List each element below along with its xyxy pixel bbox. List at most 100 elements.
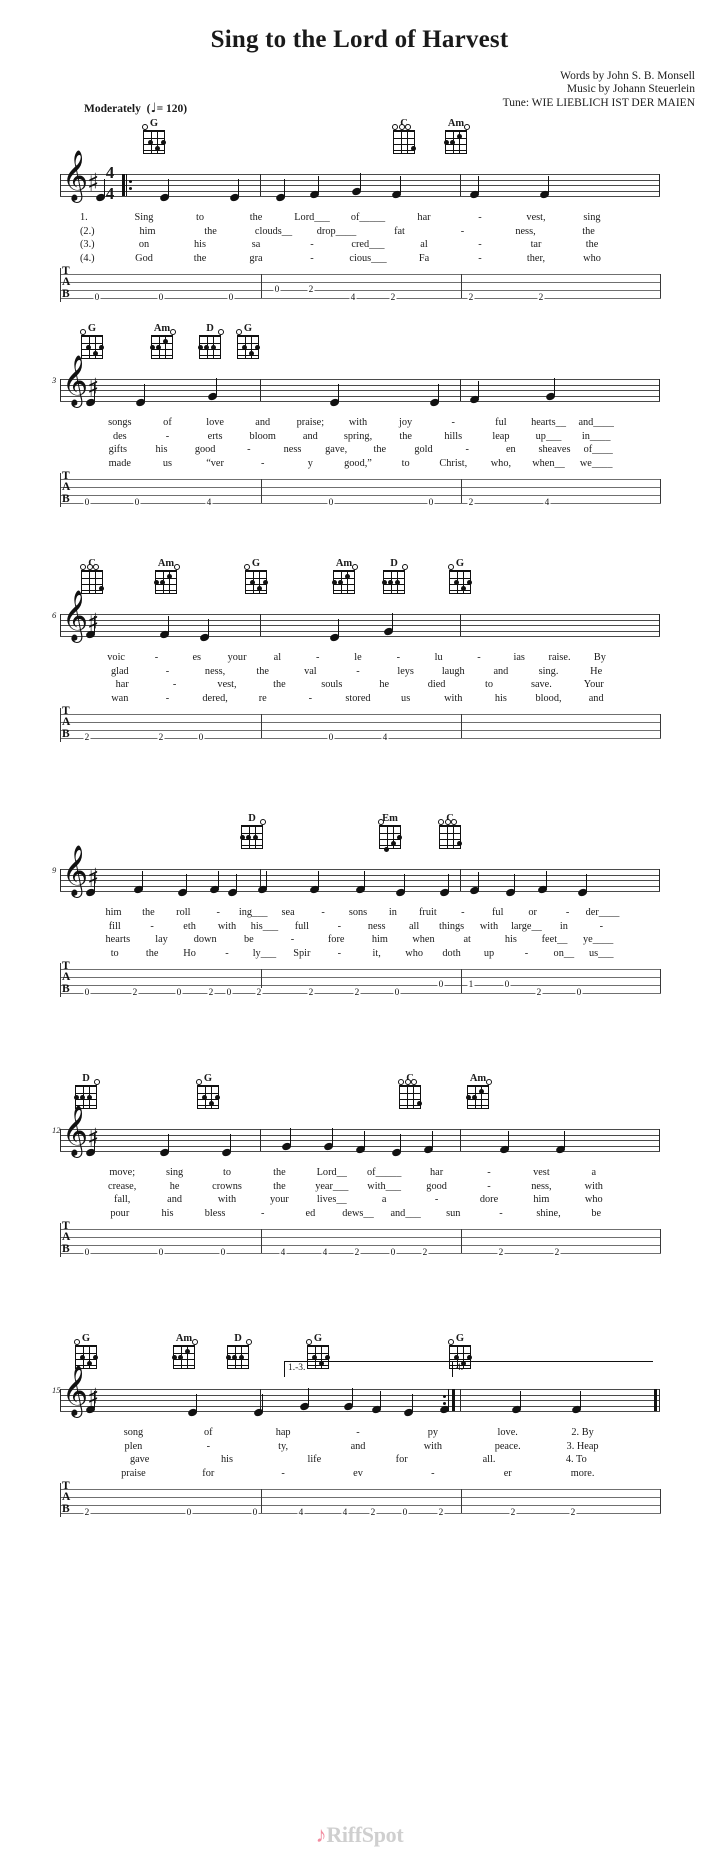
riffspot-logo: ♪RiffSpot (0, 1822, 719, 1848)
system-edge-line (659, 379, 660, 401)
note-stem (216, 377, 218, 395)
note-stem (186, 874, 188, 891)
lyric-syllable: us___ (588, 947, 614, 959)
chord-finger-dot (184, 1348, 190, 1354)
chord-finger-dot (232, 1354, 238, 1360)
lyric-syllable: all (408, 920, 420, 932)
chord-finger-dot (99, 585, 105, 591)
lyric-syllable: fat (394, 225, 405, 237)
lyric-hyphen: - (434, 1194, 439, 1206)
tab-fret-number: 4 (381, 733, 389, 743)
lyric-syllable: to (110, 947, 119, 959)
lyric-syllable: all. (482, 1454, 496, 1466)
tab-fret-number: 0 (157, 293, 165, 303)
lyric-syllable: and (167, 1194, 183, 1206)
lyric-syllable: of____ (583, 444, 613, 456)
lyric-syllable: we____ (579, 457, 613, 469)
lyric-syllable: and (255, 417, 271, 428)
tab-fret-number: 0 (575, 988, 583, 998)
note-stem (284, 179, 286, 196)
tablature-staff: TAB 0 0 4 0 0 2 4 (60, 470, 661, 508)
tab-barline (261, 274, 262, 298)
tab-fret-number: 0 (401, 1508, 409, 1518)
lyric-syllable: good,” (344, 457, 372, 469)
lyric-hyphen: - (150, 920, 154, 932)
lyric-syllable: plen (124, 1440, 143, 1452)
note-stem (196, 1394, 198, 1411)
chord-grid (239, 819, 266, 849)
lyric-syllable: love (206, 417, 224, 428)
treble-clef-icon: 𝄞 (62, 355, 89, 406)
lyric-syllable: ful (495, 417, 507, 428)
tab-fret-number: 2 (369, 1508, 377, 1518)
verse-number: (3.) (80, 239, 95, 251)
chord-diagram-g: G (445, 558, 475, 594)
lyric-syllable: us (162, 457, 173, 469)
lyric-syllable: the (145, 947, 159, 959)
logo-spot: Spot (361, 1822, 404, 1847)
lyric-syllable: in (388, 907, 397, 918)
lyric-hyphen: - (315, 652, 320, 663)
lyric-syllable: er (503, 1467, 512, 1479)
lyric-hyphen: - (487, 1167, 491, 1178)
system-edge-line (60, 1389, 61, 1411)
chord-finger-dot (161, 139, 167, 145)
lyric-syllable: year___ (315, 1180, 349, 1192)
chord-finger-dot (390, 840, 396, 846)
lyric-syllable: and____ (578, 417, 614, 428)
open-string-marker (448, 564, 454, 570)
lyric-syllable: y (307, 457, 313, 469)
tab-clef-letters: TAB (62, 960, 70, 995)
chord-diagram-c: C (389, 118, 419, 154)
chord-finger-dot (338, 579, 344, 585)
lyric-syllable: who, (490, 457, 512, 469)
chord-finger-dot (149, 344, 155, 350)
music-staff: 𝄞 ♯ 4 4 (60, 154, 660, 210)
lyrics-block: 1. Sing to the Lord___ of_____ har - vest, sing (2… (60, 212, 660, 266)
lyric-syllable: the (193, 252, 207, 264)
lyric-syllable: sons (348, 907, 368, 918)
lyric-syllable: laugh (441, 665, 465, 677)
open-string-marker (306, 1339, 312, 1345)
chord-finger-dot (411, 145, 417, 151)
note-stem (400, 175, 402, 193)
open-string-marker (259, 819, 266, 825)
chord-finger-dot (73, 1094, 79, 1100)
system-edge-line (659, 174, 660, 196)
tab-fret-number: 2 (307, 988, 315, 998)
tab-line (61, 1237, 661, 1238)
lyric-verse-line: songs of love and praise; with joy - ful hearts__… (60, 417, 660, 431)
lyric-syllable: lay (155, 934, 168, 946)
tab-line (61, 1489, 661, 1490)
lyric-hyphen: - (465, 444, 469, 456)
tab-barline (261, 1489, 262, 1513)
note-stem (380, 1390, 382, 1408)
lyric-hyphen: - (460, 225, 465, 237)
staff-line (60, 1140, 660, 1141)
lyric-verse-line: (4.) God the gra - cious___ Fa - ther, who (60, 253, 660, 267)
lyric-syllable: shine, (536, 1207, 561, 1219)
chord-diagram-am: Am (151, 558, 181, 594)
chord-grid (142, 124, 167, 154)
lyric-syllable: en (505, 444, 516, 456)
chord-finger-dot (204, 344, 210, 350)
final-barline (654, 1389, 657, 1411)
open-string-marker (236, 329, 242, 335)
barline (460, 614, 461, 636)
tab-fret-number: 0 (393, 988, 401, 998)
lyric-syllable: ev (353, 1467, 363, 1479)
system-edge-line (659, 614, 660, 636)
lyric-syllable: ness, (204, 665, 226, 677)
tab-fret-number: 4 (205, 498, 213, 508)
lyric-syllable: gave (129, 1454, 150, 1466)
lyric-syllable: drop____ (316, 225, 357, 237)
key-signature-sharp: ♯ (87, 168, 100, 197)
tab-fret-number: 0 (503, 980, 511, 990)
lyric-hyphen: - (154, 652, 159, 663)
open-string-marker (74, 1339, 80, 1345)
chord-diagram-g: G (193, 1073, 223, 1109)
lyric-hyphen: - (461, 907, 465, 918)
lyric-hyphen: - (310, 252, 314, 264)
tab-fret-number: 0 (427, 498, 435, 508)
tab-line (61, 977, 661, 978)
